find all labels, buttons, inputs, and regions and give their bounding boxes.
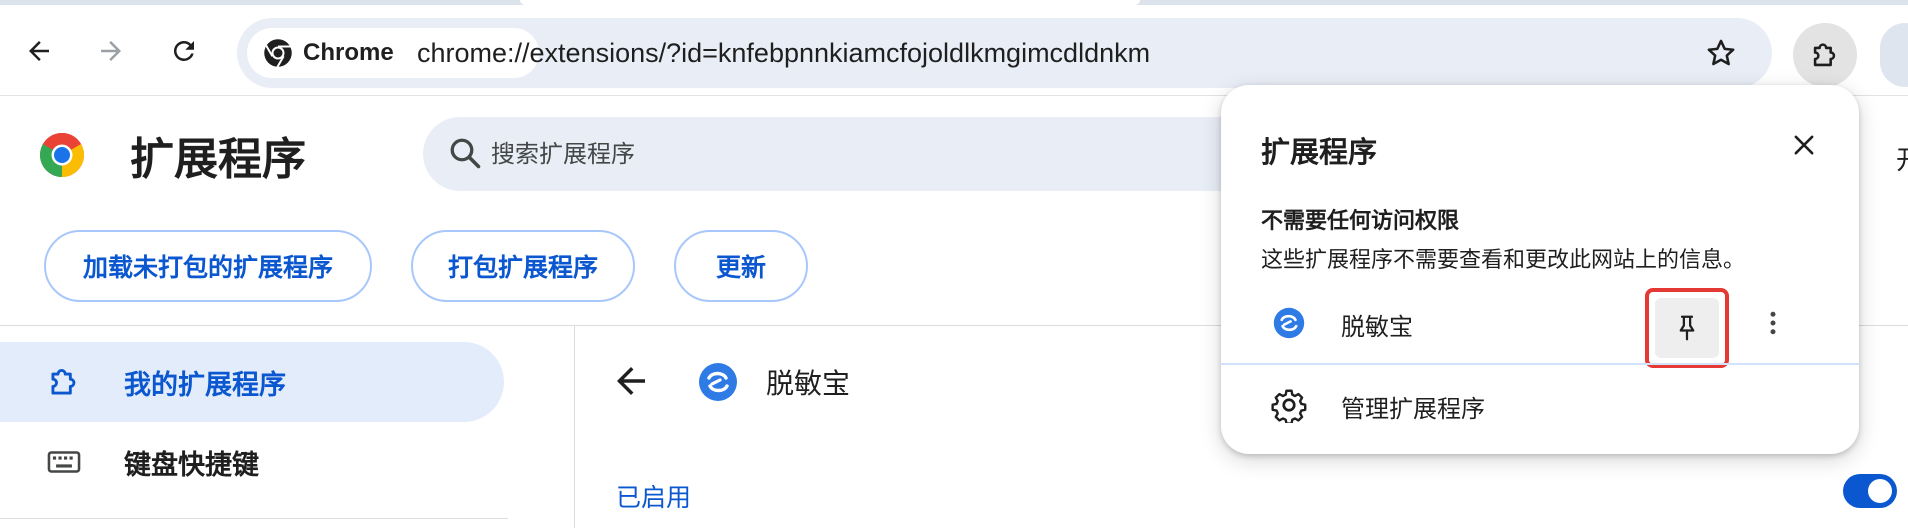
sidebar-item-my-extensions[interactable]: 我的扩展程序 — [0, 342, 504, 422]
page-title: 扩展程序 — [130, 134, 306, 185]
bookmark-star-icon[interactable] — [1704, 36, 1738, 70]
pack-extension-button[interactable]: 打包扩展程序 — [411, 230, 635, 302]
extension-row[interactable]: 脱敏宝 — [1221, 277, 1859, 369]
site-chip-label: Chrome — [303, 39, 394, 66]
developer-actions: 加载未打包的扩展程序 打包扩展程序 更新 — [0, 228, 1200, 304]
pin-highlight — [1645, 288, 1729, 368]
puzzle-icon — [1813, 43, 1836, 67]
arrow-left-icon — [29, 41, 49, 61]
sidebar-item-label: 我的扩展程序 — [124, 369, 286, 401]
toggle-knob — [1868, 479, 1892, 503]
manage-extensions-item[interactable]: 管理扩展程序 — [1221, 367, 1859, 447]
extensions-menu-button[interactable] — [1793, 23, 1857, 87]
search-icon — [450, 138, 481, 169]
update-button[interactable]: 更新 — [674, 230, 808, 302]
back-arrow-icon[interactable] — [610, 360, 652, 402]
sidebar-item-keyboard-shortcuts[interactable]: 键盘快捷键 — [0, 422, 504, 502]
access-section-heading: 不需要任何访问权限 — [1261, 209, 1460, 234]
forward-button[interactable] — [90, 30, 132, 72]
extension-logo-icon — [1273, 307, 1305, 339]
url-text[interactable]: chrome://extensions/?id=knfebpnnkiamcfoj… — [417, 38, 1150, 69]
profile-button[interactable] — [1880, 23, 1908, 87]
enabled-status-label: 已启用 — [616, 483, 692, 512]
reload-icon — [173, 40, 194, 61]
gear-icon — [1271, 389, 1307, 423]
close-button[interactable] — [1786, 127, 1822, 163]
arrow-right-icon — [101, 41, 121, 61]
chrome-color-logo-icon — [40, 133, 84, 177]
sidebar-divider — [574, 325, 575, 528]
popup-divider — [1221, 363, 1859, 365]
pin-icon — [1679, 315, 1695, 341]
access-section-description: 这些扩展程序不需要查看和更改此网站上的信息。 — [1261, 248, 1746, 273]
enable-toggle[interactable] — [1843, 474, 1897, 508]
back-button[interactable] — [18, 30, 60, 72]
browser-toolbar: Chrome chrome://extensions/?id=knfebpnnk… — [0, 5, 1908, 96]
extension-name: 脱敏宝 — [1341, 313, 1413, 341]
load-unpacked-button[interactable]: 加载未打包的扩展程序 — [44, 230, 372, 302]
close-icon — [1794, 135, 1814, 155]
extension-logo-icon — [699, 363, 737, 401]
pin-button[interactable] — [1655, 298, 1719, 358]
search-box[interactable] — [423, 117, 1323, 191]
popup-title: 扩展程序 — [1261, 135, 1378, 169]
sidebar-item-label: 键盘快捷键 — [124, 449, 259, 481]
puzzle-icon — [44, 362, 84, 402]
reload-button[interactable] — [163, 30, 205, 72]
address-bar[interactable]: Chrome chrome://extensions/?id=knfebpnnk… — [237, 18, 1772, 88]
search-input[interactable] — [491, 117, 1191, 191]
sidebar-separator — [0, 518, 508, 519]
more-vert-icon — [1770, 311, 1776, 335]
extensions-popup: 扩展程序 不需要任何访问权限 这些扩展程序不需要查看和更改此网站上的信息。 脱敏… — [1221, 85, 1859, 454]
extension-detail-name: 脱敏宝 — [766, 367, 851, 400]
chrome-logo-icon — [264, 39, 292, 68]
clipped-text: 开 — [1896, 140, 1908, 177]
manage-extensions-label: 管理扩展程序 — [1341, 395, 1485, 423]
keyboard-icon — [44, 442, 84, 482]
more-options-button[interactable] — [1753, 303, 1793, 343]
